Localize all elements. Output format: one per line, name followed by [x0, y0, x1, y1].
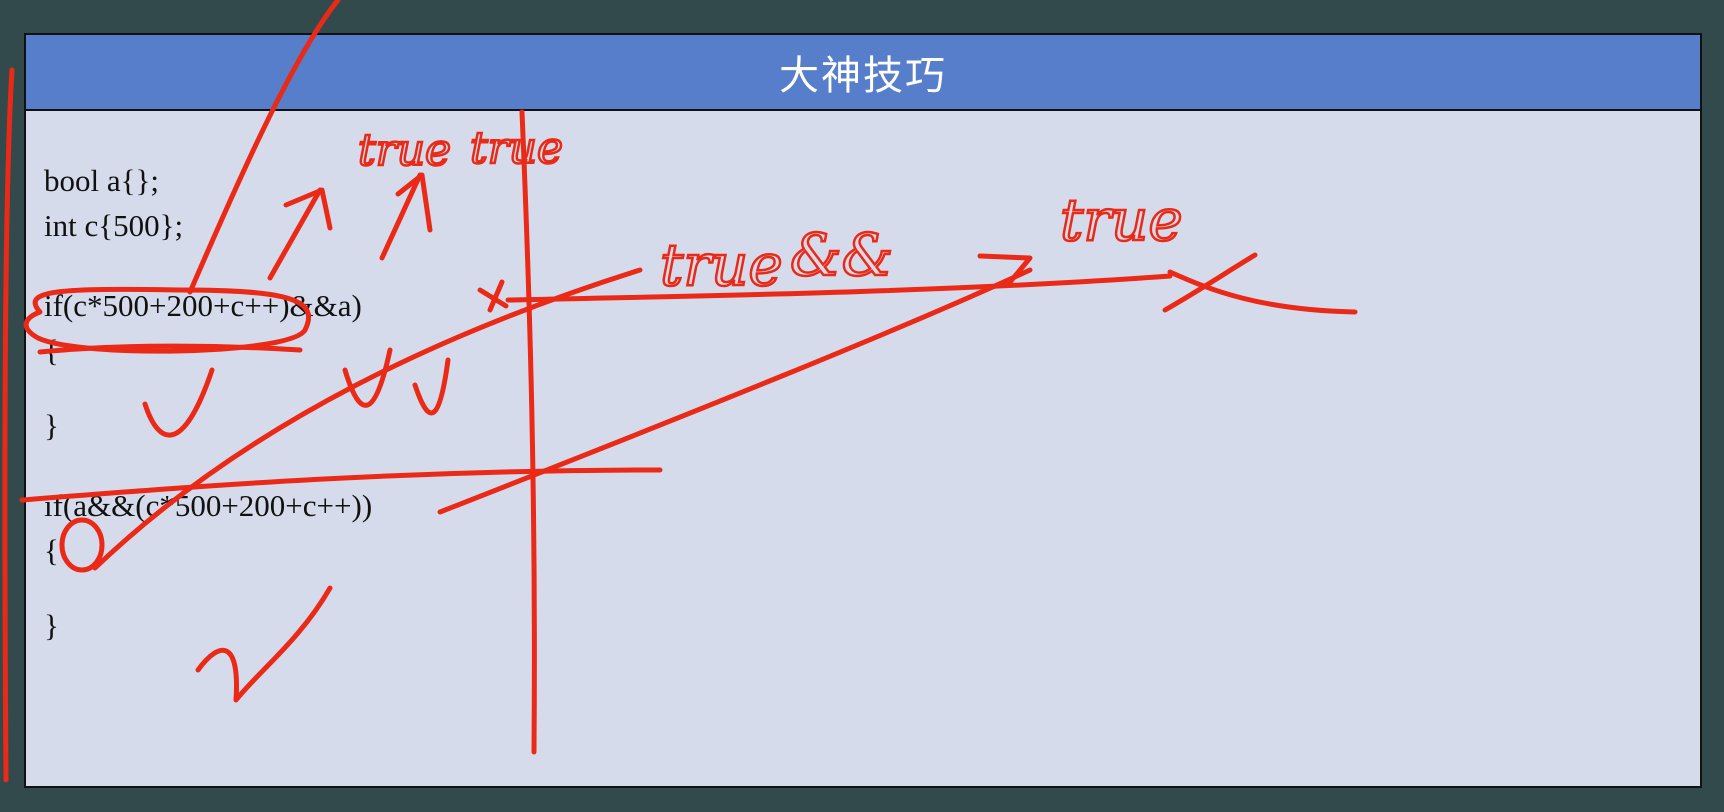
screen: 大神技巧 bool a{}; int c{500}; if(c*500+200+… [0, 0, 1724, 812]
code-line-2: int c{500}; [44, 208, 184, 243]
presentation-slide: 大神技巧 bool a{}; int c{500}; if(c*500+200+… [24, 33, 1702, 788]
slide-header: 大神技巧 [26, 35, 1700, 111]
slide-title: 大神技巧 [779, 53, 947, 99]
code-line-3: if(c*500+200+c++)&&a) [44, 288, 362, 323]
code-line-7: { [44, 533, 59, 568]
code-line-1: bool a{}; [44, 163, 159, 198]
code-line-8: } [44, 608, 59, 643]
code-line-5: } [44, 408, 59, 443]
code-line-6: if(a&&(c*500+200+c++)) [44, 488, 373, 523]
ink-left-edge-stroke [2, 67, 15, 783]
code-line-4: { [44, 333, 59, 368]
